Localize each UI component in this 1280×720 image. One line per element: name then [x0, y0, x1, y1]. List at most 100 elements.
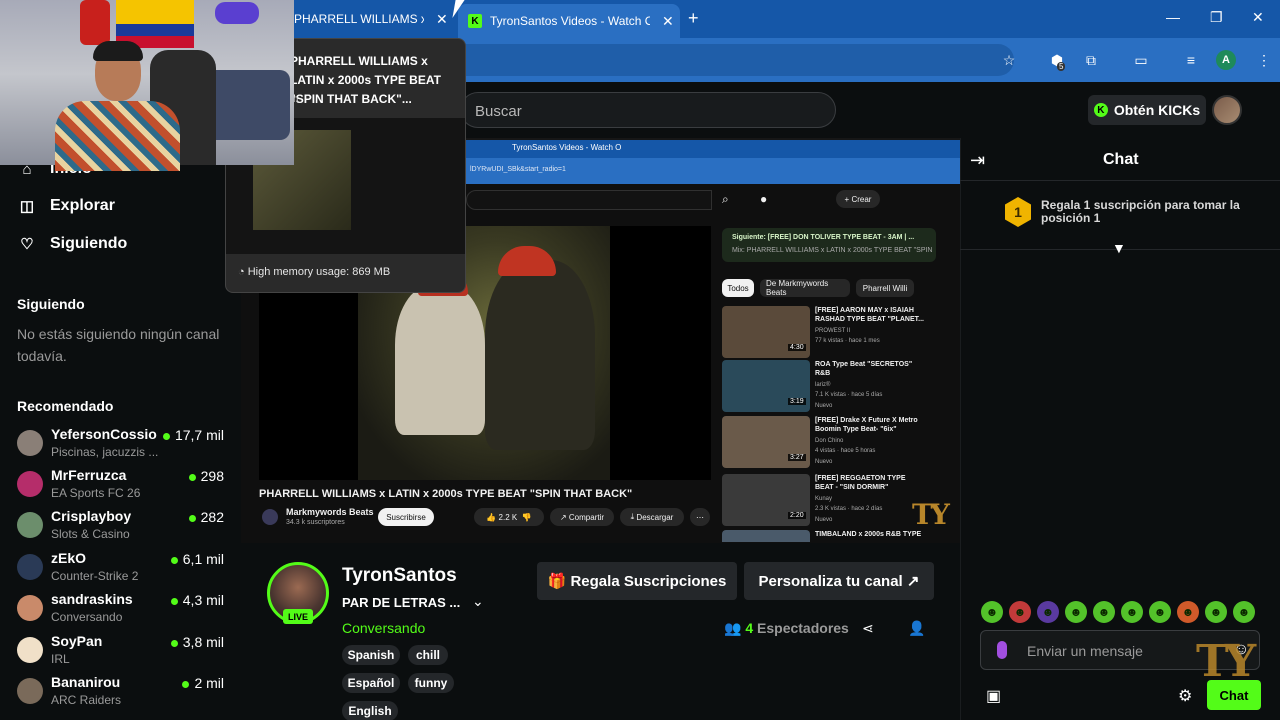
channel-avatar	[17, 595, 43, 621]
channel-name: zEkO	[51, 550, 87, 566]
video-title: ROA Type Beat "SECRETOS" R&B	[815, 361, 913, 377]
recommended-channel[interactable]: YefersonCossio Piscinas, jacuzzis ... 17…	[17, 426, 227, 464]
profile-avatar[interactable]: A	[1216, 50, 1236, 70]
stream-channel-avatar	[262, 509, 278, 525]
emote-icon[interactable]: ☻	[1121, 601, 1143, 623]
viewer-count: 3,8 mil	[171, 634, 224, 650]
emote-icon[interactable]: ☻	[1093, 601, 1115, 623]
menu-icon[interactable]: ⋮	[1254, 50, 1274, 70]
stream-related-video: 4:30 [FREE] AARON MAY x ISAIAH RASHAD TY…	[722, 306, 947, 358]
user-avatar[interactable]	[1212, 95, 1242, 125]
external-link-icon: ↗	[902, 573, 920, 590]
tag[interactable]: English	[342, 701, 398, 720]
recommended-channel[interactable]: Bananirou ARC Raiders 2 mil	[17, 674, 227, 712]
person-figure	[485, 260, 595, 450]
stream-address-bar: lDYRwUDI_SBk&start_radio=1	[466, 158, 960, 184]
tag[interactable]: chill	[408, 645, 448, 665]
bookmark-star-icon[interactable]: ☆	[999, 50, 1019, 70]
video-meta: 77 k vistas · hace 1 mes	[815, 338, 880, 344]
store-icon[interactable]: ▣	[986, 686, 1001, 706]
settings-gear-icon[interactable]: ⚙	[1178, 686, 1192, 706]
puzzle-icon[interactable]: ⧉	[1081, 50, 1101, 70]
tag[interactable]: Spanish	[342, 645, 400, 665]
streamer	[55, 41, 180, 171]
stream-category-link[interactable]: Conversando	[342, 620, 425, 636]
recommended-section-title: Recomendado	[17, 398, 114, 414]
send-chat-button[interactable]: Chat	[1207, 680, 1261, 710]
video-meta: 4 vistas · hace 5 horas	[815, 448, 876, 454]
cast-icon[interactable]: ▭	[1131, 50, 1151, 70]
video-meta: 7.1 K vistas · hace 5 días	[815, 392, 883, 398]
minimize-icon[interactable]: —	[1166, 9, 1180, 25]
live-badge: LIVE	[283, 609, 313, 624]
tag[interactable]: funny	[408, 673, 454, 693]
close-tab-icon[interactable]: ✕	[662, 13, 674, 30]
channel-avatar	[17, 554, 43, 580]
get-kicks-label: Obtén KICKs	[1113, 102, 1201, 118]
stream-chip-all: Todos	[722, 279, 754, 297]
share-icon[interactable]: ⋖	[862, 620, 874, 637]
emote-icon[interactable]: ☻	[1009, 601, 1031, 623]
recommended-channel[interactable]: MrFerruzca EA Sports FC 26 298	[17, 467, 227, 505]
viewer-count: 298	[189, 468, 224, 484]
expand-leaderboard-icon[interactable]: ▼	[1112, 240, 1126, 256]
gift-subs-button[interactable]: 🎁 Regala Suscripciones	[537, 562, 737, 600]
stream-browser-tabs: TyronSantos Videos - Watch O	[466, 140, 960, 158]
recommended-channel[interactable]: Crisplayboy Slots & Casino 282	[17, 508, 227, 546]
recommended-channel[interactable]: sandraskins Conversando 4,3 mil	[17, 591, 227, 629]
channel-name: Crisplayboy	[51, 508, 132, 524]
close-window-icon[interactable]: ✕	[1252, 9, 1264, 26]
preview-title: PHARRELL WILLIAMS x LATIN x 2000s TYPE B…	[290, 54, 441, 106]
stream-up-next: Siguiente: [FREE] DON TOLIVER TYPE BEAT …	[722, 228, 936, 262]
stream-title: PAR DE LETRAS ...	[342, 595, 461, 610]
emote-icon[interactable]: ☻	[1037, 601, 1059, 623]
search-input[interactable]: Buscar	[460, 92, 836, 128]
new-badge: Nuevo	[815, 459, 833, 465]
mic-icon[interactable]	[997, 641, 1007, 659]
emote-icon[interactable]: ☻	[981, 601, 1003, 623]
emote-icon[interactable]: ☻	[1149, 601, 1171, 623]
channel-category: ARC Raiders	[51, 693, 122, 707]
new-tab-button[interactable]: +	[688, 8, 699, 29]
follow-user-icon[interactable]: 👤	[908, 620, 925, 637]
channel-name: MrFerruzca	[51, 467, 127, 483]
video-duration: 4:30	[788, 344, 806, 351]
browser-tab-youtube[interactable]: PHARRELL WILLIAMS x LATIN x 2000s TYPE B…	[294, 6, 454, 32]
browser-tab-kick[interactable]: K TyronSantos Videos - Watch On Kick ✕	[458, 4, 680, 38]
media-control-icon[interactable]: ≡	[1181, 50, 1201, 70]
stream-share-pill: ↗ Compartir	[550, 508, 614, 526]
new-badge: Nuevo	[815, 517, 833, 523]
stream-url: lDYRwUDI_SBk&start_radio=1	[470, 166, 566, 173]
gift-leaderboard-message: Regala 1 suscripción para tomar la posic…	[1041, 198, 1240, 225]
video-duration: 3:27	[788, 454, 806, 461]
emote-icon[interactable]: ☻	[1177, 601, 1199, 623]
video-channel: lariz®	[815, 382, 831, 388]
close-tab-icon[interactable]: ✕	[436, 11, 448, 28]
following-empty-message: No estás siguiendo ningún canal todavía.	[17, 326, 220, 364]
person-figure	[395, 285, 485, 435]
emote-icon[interactable]: ☻	[1205, 601, 1227, 623]
collapse-chat-icon[interactable]: ⇥	[970, 150, 985, 171]
sidebar-item-explorar[interactable]: ◫ Explorar	[18, 197, 115, 215]
recommended-channel[interactable]: zEkO Counter-Strike 2 6,1 mil	[17, 550, 227, 588]
chevron-down-icon[interactable]: ⌄	[472, 593, 484, 610]
chat-placeholder: Enviar un mensaje	[1027, 643, 1143, 659]
customize-channel-button[interactable]: Personaliza tu canal ↗	[744, 562, 934, 600]
stream-more-icon: ⋯	[690, 508, 710, 526]
stream-create-button: + Crear	[836, 190, 880, 208]
restore-icon[interactable]: ❐	[1210, 9, 1223, 26]
viewers-icon: 👥	[724, 620, 746, 636]
get-kicks-button[interactable]: K Obtén KICKs	[1088, 95, 1206, 125]
memory-icon: ◔	[238, 266, 248, 278]
stream-channel-name: Markmywords Beats	[286, 507, 374, 517]
viewer-count: 6,1 mil	[171, 551, 224, 567]
channel-category: EA Sports FC 26	[51, 486, 141, 500]
viewer-count: 282	[189, 509, 224, 525]
recommended-channel[interactable]: SoyPan IRL 3,8 mil	[17, 633, 227, 671]
sidebar-item-siguiendo[interactable]: ♡ Siguiendo	[18, 235, 127, 253]
emote-icon[interactable]: ☻	[1065, 601, 1087, 623]
video-title: [FREE] REGGAETON TYPE BEAT - "SIN DORMIR…	[815, 475, 906, 491]
channel-name[interactable]: TyronSantos	[342, 565, 457, 587]
emote-icon[interactable]: ☻	[1233, 601, 1255, 623]
tag[interactable]: Español	[342, 673, 400, 693]
